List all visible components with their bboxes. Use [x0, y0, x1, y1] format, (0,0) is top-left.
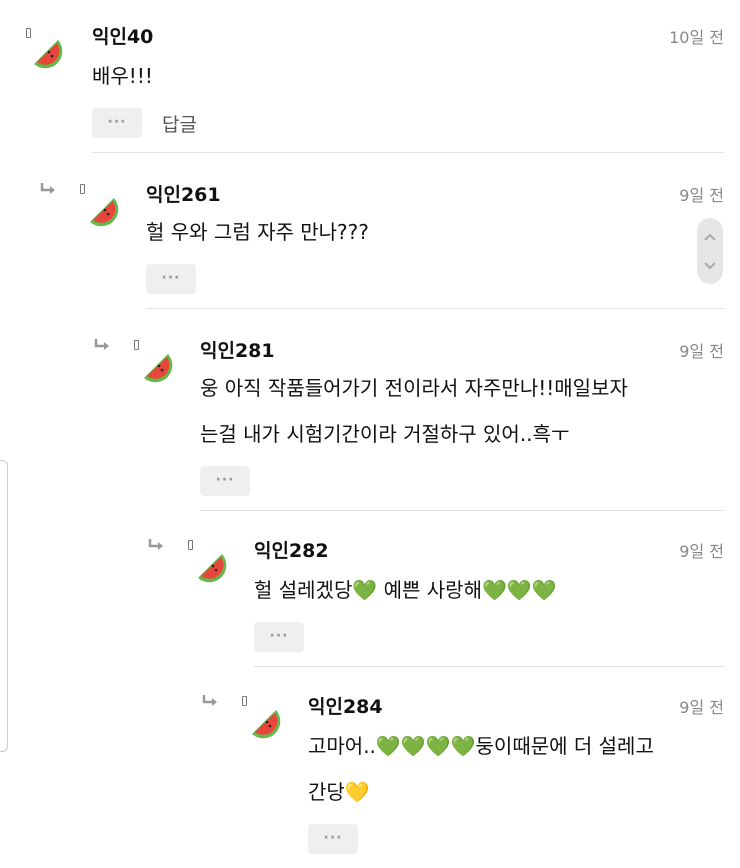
- author-name[interactable]: 익인282: [254, 536, 329, 563]
- author-name[interactable]: 익인40: [92, 22, 153, 49]
- reply-arrow-icon: [148, 539, 163, 550]
- divider: [146, 308, 724, 309]
- timestamp: 10일 전: [669, 28, 724, 47]
- more-options-button[interactable]: ···: [200, 466, 250, 496]
- timestamp: 9일 전: [679, 186, 724, 205]
- comment-text-line: 헐 설레겠당💚 예쁜 사랑해💚💚💚: [254, 578, 557, 602]
- timestamp: 9일 전: [679, 698, 724, 717]
- more-options-button[interactable]: ···: [92, 108, 142, 138]
- divider: [254, 666, 724, 667]
- reply-button[interactable]: 답글: [162, 110, 197, 137]
- comment-text-line: 간당💛: [308, 780, 370, 804]
- divider: [92, 152, 724, 153]
- checkbox-indicator[interactable]: [188, 540, 193, 550]
- watermelon-icon[interactable]: [196, 550, 232, 586]
- reply-arrow-icon: [40, 183, 55, 194]
- author-name[interactable]: 익인261: [146, 180, 221, 207]
- more-options-button[interactable]: ···: [254, 622, 304, 652]
- checkbox-indicator[interactable]: [134, 340, 139, 350]
- comment-text-line: 헐 우와 그럼 자주 만나???: [146, 220, 369, 244]
- timestamp: 9일 전: [679, 542, 724, 561]
- watermelon-icon[interactable]: [88, 194, 124, 230]
- checkbox-indicator[interactable]: [26, 28, 31, 38]
- watermelon-icon[interactable]: [32, 36, 68, 72]
- more-options-button[interactable]: ···: [308, 824, 358, 854]
- side-panel-edge[interactable]: [0, 460, 8, 752]
- comment-text-line: 는걸 내가 시험기간이라 거절하구 있어..흑ㅜ: [200, 422, 570, 446]
- checkbox-indicator[interactable]: [80, 184, 85, 194]
- comment-text-line: 배우!!!: [92, 64, 153, 88]
- watermelon-icon[interactable]: [142, 350, 178, 386]
- watermelon-icon[interactable]: [250, 706, 286, 742]
- more-options-button[interactable]: ···: [146, 264, 196, 294]
- author-name[interactable]: 익인284: [308, 692, 383, 719]
- comment-text-line: 고마어..💚💚💚💚둥이때문에 더 설레고: [308, 734, 654, 758]
- reply-arrow-icon: [94, 339, 109, 350]
- scroll-buttons[interactable]: [697, 218, 723, 284]
- timestamp: 9일 전: [679, 342, 724, 361]
- author-name[interactable]: 익인281: [200, 336, 275, 363]
- reply-arrow-icon: [202, 695, 217, 706]
- comment-text-line: 웅 아직 작품들어가기 전이라서 자주만나!!매일보자: [200, 376, 628, 400]
- divider: [200, 510, 724, 511]
- chevron-up-icon[interactable]: [697, 222, 723, 252]
- chevron-down-icon[interactable]: [697, 250, 723, 280]
- checkbox-indicator[interactable]: [242, 696, 247, 706]
